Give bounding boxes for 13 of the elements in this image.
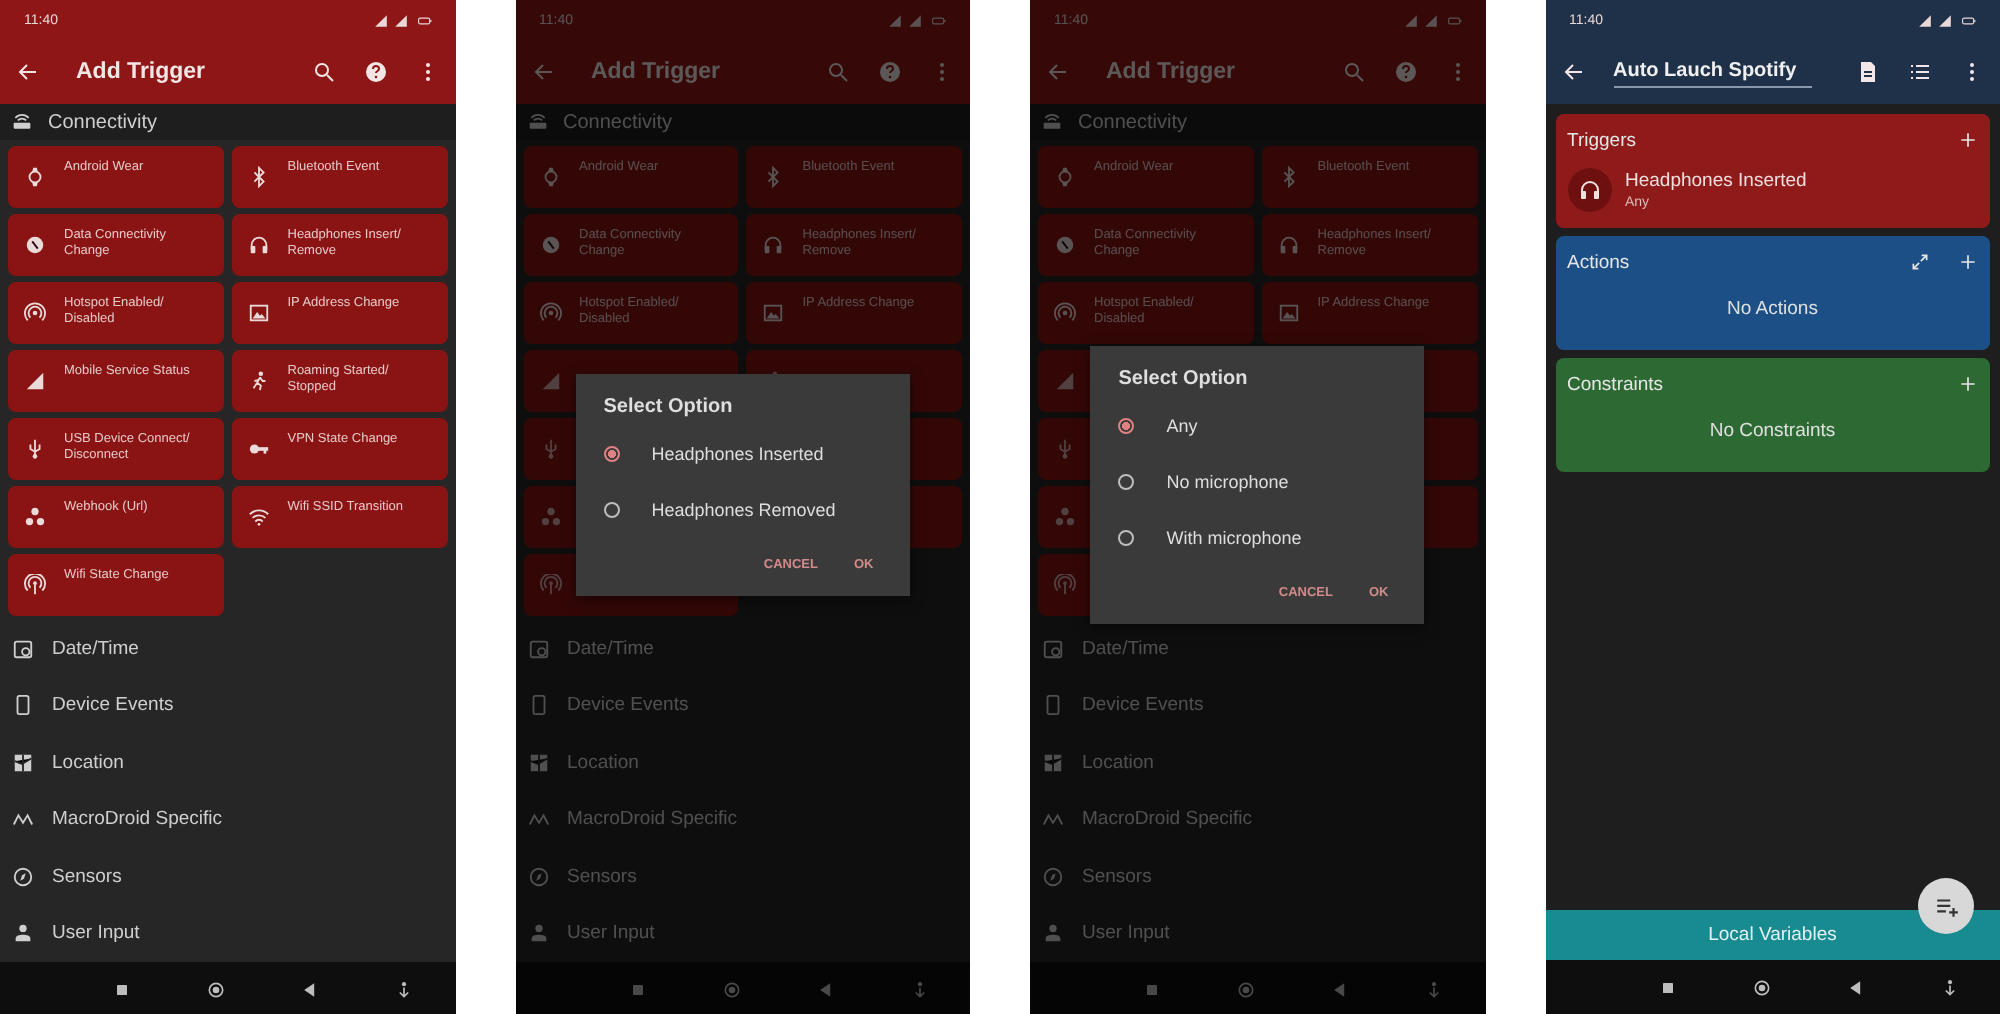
- app-title: Add Trigger: [1104, 60, 1238, 84]
- dialog-title: Select Option: [1118, 368, 1250, 390]
- panel-title: Constraints: [1567, 373, 1666, 395]
- dialog-title: Select Option: [603, 396, 735, 418]
- section-title: Connectivity: [1078, 111, 1187, 133]
- panel-title: Triggers: [1567, 129, 1638, 151]
- empty-message: No Constraints: [1707, 418, 1838, 446]
- app-title: Add Trigger: [589, 60, 723, 84]
- section-title: Connectivity: [563, 111, 672, 133]
- empty-message: No Actions: [1725, 296, 1820, 324]
- section-title: Connectivity: [48, 111, 157, 133]
- panel-title: Actions: [1567, 251, 1632, 273]
- app-title: Add Trigger: [74, 60, 208, 84]
